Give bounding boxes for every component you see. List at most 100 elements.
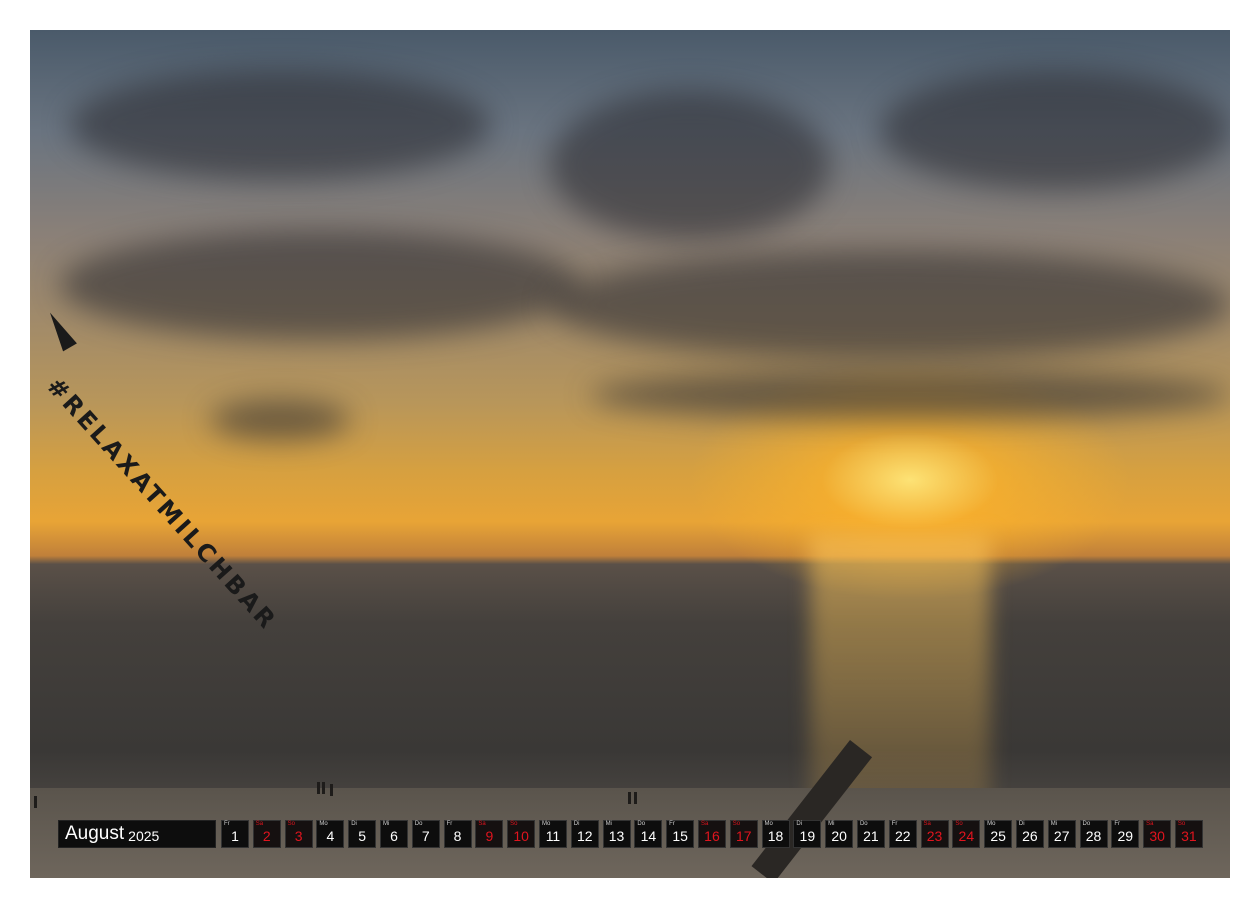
weekday-label: Sa: [478, 821, 486, 827]
weekday-label: Do: [1082, 821, 1091, 827]
day-number: 20: [831, 828, 847, 844]
day-number: 24: [958, 828, 975, 844]
day-cell: Mo 18: [761, 820, 790, 848]
day-cell: Mo 4: [316, 820, 345, 848]
month-year: 2025: [128, 827, 160, 844]
day-cell: Di 12: [570, 820, 599, 848]
day-number: 30: [1149, 828, 1165, 844]
weekday-label: Mi: [828, 821, 835, 827]
day-number: 1: [231, 828, 239, 844]
day-number: 14: [640, 828, 657, 844]
day-number: 18: [767, 828, 784, 844]
day-cell: Do 14: [634, 820, 663, 848]
day-cell: Di 5: [348, 820, 377, 848]
weekday-label: Mo: [319, 821, 328, 827]
day-cell: So 31: [1174, 820, 1203, 848]
day-cell: Mo 25: [984, 820, 1013, 848]
day-cell: Sa 30: [1143, 820, 1172, 848]
day-number: 5: [358, 828, 367, 844]
day-number: 25: [990, 828, 1006, 844]
day-number: 10: [513, 828, 529, 844]
cloud: [550, 90, 830, 240]
weekday-label: Fr: [224, 821, 230, 827]
weekday-label: Fr: [446, 821, 453, 827]
weekday-label: Do: [414, 821, 423, 827]
weekday-label: So: [1177, 821, 1186, 827]
weekday-label: Fr: [891, 821, 898, 827]
day-cell: Fr 22: [888, 820, 917, 848]
day-cell: Do 21: [856, 820, 885, 848]
day-cell: So 10: [507, 820, 536, 848]
weekday-label: Di: [573, 821, 580, 827]
weekday-label: Sa: [923, 821, 931, 827]
weekday-label: Sa: [255, 821, 264, 827]
day-cell: Fr 8: [443, 820, 472, 848]
day-cell: So 17: [729, 820, 758, 848]
day-cell: Fr 29: [1111, 820, 1140, 848]
person: [330, 784, 333, 796]
day-cell: Do 7: [411, 820, 440, 848]
weekday-label: Do: [637, 821, 646, 827]
cloud: [210, 400, 350, 440]
day-number: 4: [326, 828, 335, 844]
day-cell: Mi 13: [602, 820, 631, 848]
day-cell: Sa 9: [475, 820, 504, 848]
day-number: 11: [545, 828, 561, 844]
weekday-label: So: [732, 821, 741, 827]
cloud: [590, 370, 1230, 420]
weekday-label: Fr: [669, 821, 675, 827]
person: [628, 792, 631, 804]
weekday-label: So: [510, 821, 518, 827]
weekday-label: Do: [859, 821, 868, 827]
cloud: [550, 250, 1230, 360]
weekday-label: Mi: [382, 821, 390, 827]
day-cell: Sa 23: [920, 820, 949, 848]
weekday-label: Sa: [1146, 821, 1154, 827]
day-cell: Di 19: [793, 820, 822, 848]
day-number: 6: [390, 828, 398, 844]
weekday-label: Mo: [764, 821, 773, 827]
day-number: 13: [608, 828, 625, 844]
cloud: [70, 70, 490, 180]
month-label: August 2025: [58, 820, 216, 848]
person: [317, 782, 320, 794]
day-number: 27: [1053, 828, 1070, 844]
cloud: [60, 230, 580, 340]
day-cell: Mi 27: [1047, 820, 1076, 848]
weekday-label: Di: [1018, 821, 1025, 827]
day-cell: Fr 1: [221, 820, 249, 848]
weekday-label: So: [955, 821, 963, 827]
day-cell: So 3: [284, 820, 313, 848]
day-number: 2: [262, 828, 271, 844]
day-cell: Mo 11: [538, 820, 567, 848]
weekday-label: Di: [351, 821, 357, 827]
day-number: 22: [894, 828, 911, 844]
day-number: 31: [1181, 828, 1197, 844]
day-number: 3: [294, 828, 303, 844]
weekday-label: Mi: [1050, 821, 1058, 827]
day-number: 26: [1022, 828, 1038, 844]
person: [634, 792, 637, 804]
day-cell: Do 28: [1079, 820, 1108, 848]
day-cell: Mi 20: [825, 820, 854, 848]
day-cell: Sa 16: [697, 820, 726, 848]
day-cell: Sa 2: [252, 820, 281, 848]
person: [322, 782, 325, 794]
weekday-label: Di: [796, 821, 803, 827]
weekday-label: Mo: [541, 821, 551, 827]
day-number: 9: [485, 828, 494, 844]
sunset-photo: [30, 30, 1230, 878]
weekday-label: So: [287, 821, 295, 827]
day-number: 19: [799, 828, 816, 844]
weekday-label: Mi: [605, 821, 612, 827]
calendar-strip: August 2025 Fr 1 Sa 2 So 3 Mo 4 Di 5 Mi 6 Do 7 Fr 8 Sa 9 S…: [58, 820, 1207, 850]
day-number: 12: [576, 828, 593, 844]
day-number: 15: [672, 828, 688, 844]
person: [34, 796, 37, 808]
day-cells: Fr 1 Sa 2 So 3 Mo 4 Di 5 Mi 6 Do 7 Fr 8 Sa 9 So 10 Mo 11 Di 12 M…: [221, 820, 1207, 850]
day-number: 17: [735, 828, 752, 844]
day-number: 29: [1117, 828, 1134, 844]
day-cell: Fr 15: [666, 820, 695, 848]
day-number: 23: [926, 828, 943, 844]
weekday-label: Sa: [700, 821, 709, 827]
